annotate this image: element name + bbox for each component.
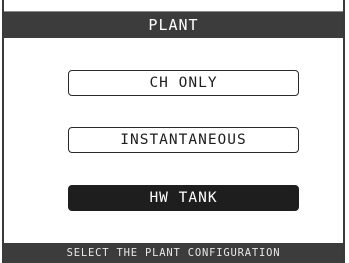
display-screen: PLANT CH ONLY INSTANTANEOUS HW TANK SELE… bbox=[2, 0, 345, 263]
screen-title-bar: PLANT bbox=[4, 11, 343, 38]
top-margin bbox=[4, 0, 343, 11]
option-label: INSTANTANEOUS bbox=[120, 132, 247, 148]
option-ch-only[interactable]: CH ONLY bbox=[68, 70, 299, 96]
option-label: HW TANK bbox=[149, 190, 218, 206]
screen-title: PLANT bbox=[148, 16, 199, 34]
status-hint-text: SELECT THE PLANT CONFIGURATION bbox=[66, 247, 281, 259]
option-hw-tank[interactable]: HW TANK bbox=[68, 185, 299, 211]
option-label: CH ONLY bbox=[149, 75, 218, 91]
status-hint-bar: SELECT THE PLANT CONFIGURATION bbox=[4, 243, 343, 263]
option-instantaneous[interactable]: INSTANTANEOUS bbox=[68, 127, 299, 153]
